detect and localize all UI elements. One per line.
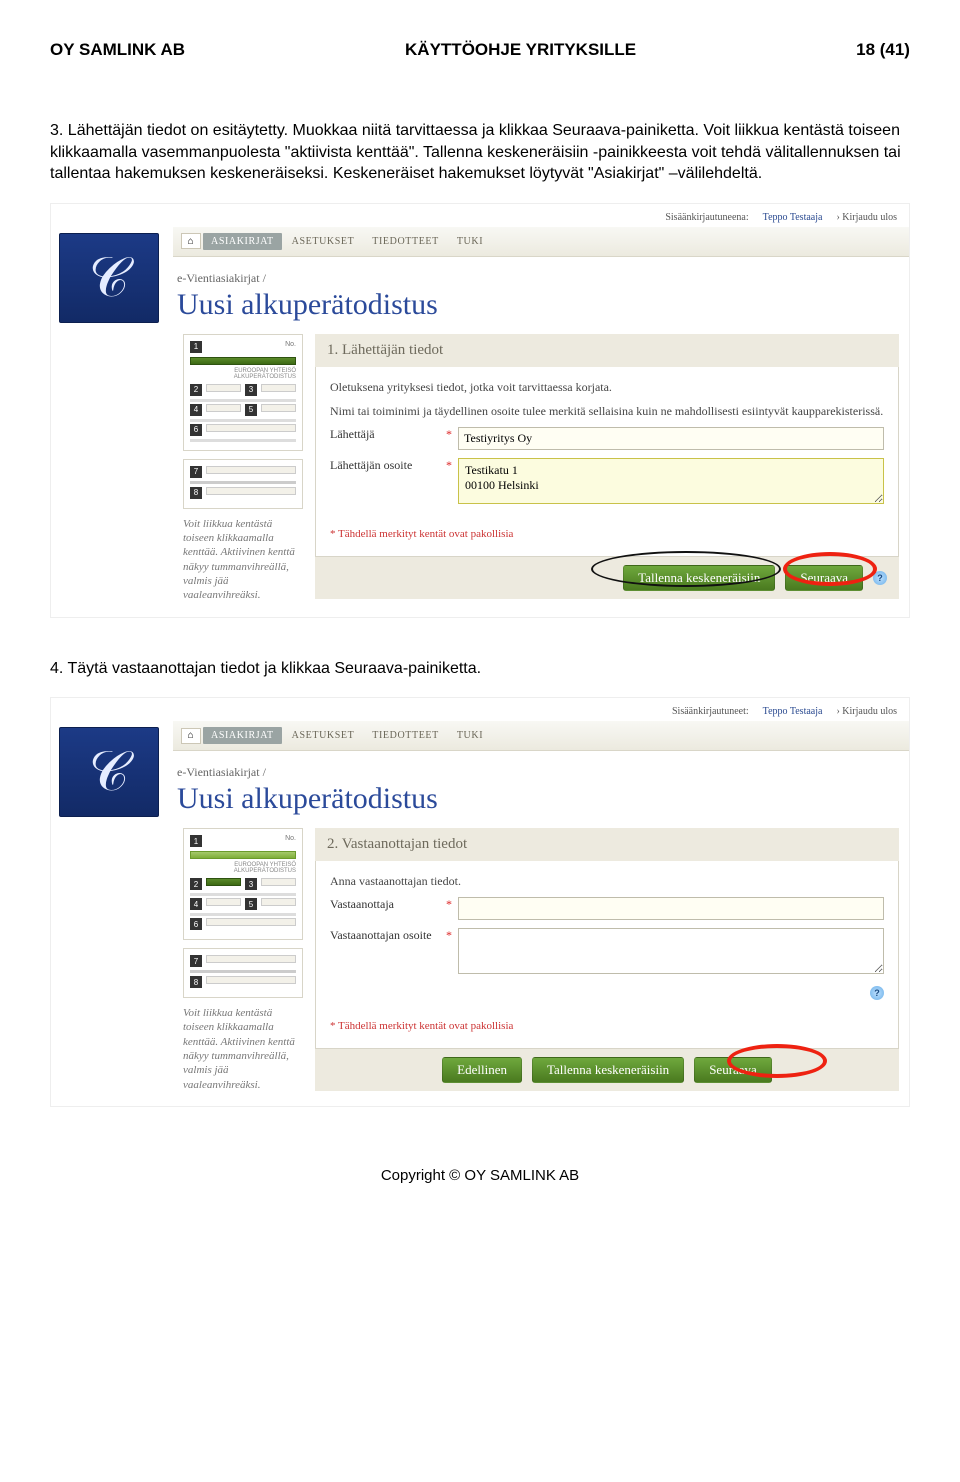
receiver-address-input[interactable]: [458, 928, 884, 974]
required-marker: *: [440, 928, 458, 943]
logo: 𝒞: [59, 727, 159, 817]
nav-tabs: ⌂ ASIAKIRJAT ASETUKSET TIEDOTTEET TUKI: [173, 721, 909, 751]
home-icon[interactable]: ⌂: [181, 233, 201, 249]
nav-tabs: ⌂ ASIAKIRJAT ASETUKSET TIEDOTTEET TUKI: [173, 227, 909, 257]
tab-asiakirjat[interactable]: ASIAKIRJAT: [203, 233, 282, 250]
form-thumb-nav[interactable]: 1No. EUROOPAN YHTEISÖALKUPERÄTODISTUS 23…: [183, 334, 303, 603]
label-sender-address: Lähettäjän osoite: [330, 458, 440, 473]
logo-cc-icon: 𝒞: [89, 250, 130, 306]
thumb-step-1: 1: [190, 341, 202, 353]
breadcrumb: e-Vientiasiakirjat /: [177, 765, 909, 780]
mandatory-note: * Tähdellä merkityt kentät ovat pakollis…: [330, 1020, 884, 1032]
logout-link[interactable]: Kirjaudu ulos: [836, 706, 897, 717]
page-title: Uusi alkuperätodistus: [177, 288, 909, 322]
label-sender: Lähettäjä: [330, 427, 440, 442]
help-icon[interactable]: ?: [870, 986, 884, 1000]
page-title: Uusi alkuperätodistus: [177, 782, 909, 816]
label-receiver: Vastaanottaja: [330, 897, 440, 912]
breadcrumb: e-Vientiasiakirjat /: [177, 271, 909, 286]
logo-cc-icon: 𝒞: [89, 744, 130, 800]
tab-asetukset[interactable]: ASETUKSET: [284, 727, 363, 744]
section-1-intro1: Oletuksena yrityksesi tiedot, jotka voit…: [330, 379, 884, 395]
signed-in-user: Teppo Testaaja: [763, 212, 823, 223]
tab-tuki[interactable]: TUKI: [449, 233, 491, 250]
form-thumb-nav[interactable]: 1No. EUROOPAN YHTEISÖALKUPERÄTODISTUS 23…: [183, 828, 303, 1092]
tab-tuki[interactable]: TUKI: [449, 727, 491, 744]
next-button[interactable]: Seuraava: [694, 1057, 772, 1083]
section-2-intro: Anna vastaanottajan tiedot.: [330, 873, 884, 889]
header-center: KÄYTTÖOHJE YRITYKSILLE: [405, 40, 636, 60]
section-1-intro2: Nimi tai toiminimi ja täydellinen osoite…: [330, 403, 884, 419]
home-icon[interactable]: ⌂: [181, 728, 201, 744]
mandatory-note: * Tähdellä merkityt kentät ovat pakollis…: [330, 528, 884, 540]
save-draft-button[interactable]: Tallenna keskeneräisiin: [623, 565, 775, 591]
screenshot-2: Sisäänkirjautuneet: Teppo Testaaja Kirja…: [50, 697, 910, 1107]
receiver-input[interactable]: [458, 897, 884, 920]
header-left: OY SAMLINK AB: [50, 40, 185, 60]
paragraph-step4: 4. Täytä vastaanottajan tiedot ja klikka…: [50, 658, 910, 680]
signed-in-label: Sisäänkirjautuneet:: [672, 706, 749, 717]
required-marker: *: [440, 897, 458, 912]
save-draft-button[interactable]: Tallenna keskeneräisiin: [532, 1057, 684, 1083]
help-icon[interactable]: ?: [873, 571, 887, 585]
required-marker: *: [440, 427, 458, 442]
header-right: 18 (41): [856, 40, 910, 60]
previous-button[interactable]: Edellinen: [442, 1057, 522, 1083]
screenshot-1: Sisäänkirjautuneena: Teppo Testaaja Kirj…: [50, 203, 910, 618]
logout-link[interactable]: Kirjaudu ulos: [836, 212, 897, 223]
sender-input[interactable]: [458, 427, 884, 450]
label-receiver-address: Vastaanottajan osoite: [330, 928, 440, 943]
tab-asiakirjat[interactable]: ASIAKIRJAT: [203, 727, 282, 744]
tab-tiedotteet[interactable]: TIEDOTTEET: [364, 727, 447, 744]
tab-asetukset[interactable]: ASETUKSET: [284, 233, 363, 250]
next-button[interactable]: Seuraava: [785, 565, 863, 591]
signed-in-label: Sisäänkirjautuneena:: [665, 212, 748, 223]
signed-in-user: Teppo Testaaja: [763, 706, 823, 717]
thumb-help-text: Voit liikkua kentästä toiseen klikkaamal…: [183, 1006, 303, 1092]
paragraph-step3: 3. Lähettäjän tiedot on esitäytetty. Muo…: [50, 120, 910, 185]
doc-footer: Copyright © OY SAMLINK AB: [50, 1167, 910, 1184]
section-2-title: 2. Vastaanottajan tiedot: [315, 828, 899, 861]
logo: 𝒞: [59, 233, 159, 323]
sender-address-input[interactable]: Testikatu 1 00100 Helsinki: [458, 458, 884, 504]
thumb-help-text: Voit liikkua kentästä toiseen klikkaamal…: [183, 517, 303, 603]
required-marker: *: [440, 458, 458, 473]
tab-tiedotteet[interactable]: TIEDOTTEET: [364, 233, 447, 250]
section-1-title: 1. Lähettäjän tiedot: [315, 334, 899, 367]
doc-header: OY SAMLINK AB KÄYTTÖOHJE YRITYKSILLE 18 …: [50, 40, 910, 60]
